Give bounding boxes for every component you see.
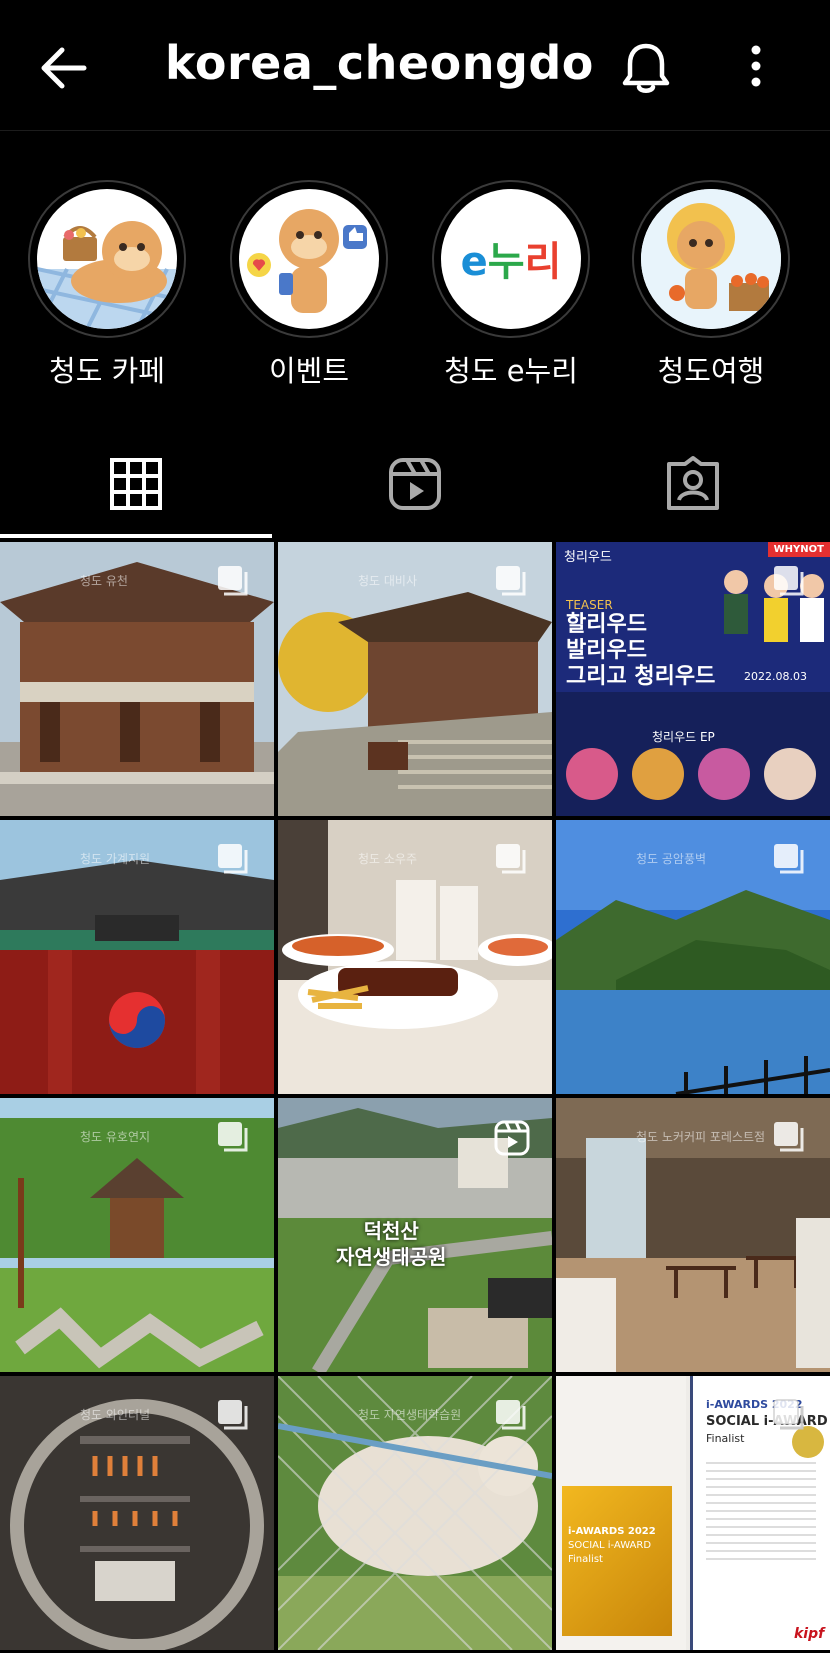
- post-location-watermark: 청도 소우주: [358, 852, 418, 866]
- highlight-label: 청도 카페: [49, 354, 165, 388]
- post-thumbnail[interactable]: 청도 유호연지: [0, 1098, 274, 1372]
- trophy-award: i-AWARDS 2022: [568, 1526, 656, 1537]
- post-location-watermark: 청도 와인터널: [80, 1408, 151, 1422]
- highlight-ring: [28, 180, 186, 338]
- profile-tabs: [0, 430, 830, 540]
- highlight-travel[interactable]: 청도여행: [626, 180, 796, 390]
- post-caption: 청리우드 EP: [652, 730, 715, 744]
- award-brand: kipf: [794, 1626, 825, 1642]
- post-headline: 할리우드 발리우드 그리고 청리우드: [566, 612, 715, 690]
- post-teaser-text: TEASER: [566, 598, 613, 612]
- post-headline-line: 할리우드: [566, 612, 647, 637]
- svg-text:e누리: e누리: [461, 239, 562, 285]
- multiple-photos-icon: [218, 844, 248, 874]
- post-location-watermark: 청도 노커커피 포레스트점: [636, 1130, 766, 1144]
- active-tab-indicator: [0, 534, 272, 538]
- grid-icon[interactable]: [106, 454, 166, 514]
- highlight-event[interactable]: 이벤트: [224, 180, 394, 390]
- post-overlay-title: 덕천산 자연생태공원: [336, 1218, 446, 1270]
- post-location-watermark: 청도 유호연지: [80, 1130, 151, 1144]
- post-thumbnail[interactable]: i-AWARDS 2022 SOCIAL i-AWARD Finalist i-…: [556, 1376, 830, 1650]
- highlight-cover-event: [239, 189, 379, 329]
- multiple-photos-icon: [774, 1122, 804, 1152]
- multiple-photos-icon: [774, 844, 804, 874]
- post-location-watermark: 청도 공암풍벽: [636, 852, 707, 866]
- multiple-photos-icon: [218, 1122, 248, 1152]
- arrow-left-icon[interactable]: [36, 40, 92, 96]
- app-header: korea_cheongdo: [0, 0, 830, 131]
- reels-icon[interactable]: [385, 454, 445, 514]
- post-location-watermark: 청도 대비사: [358, 574, 418, 588]
- post-thumbnail[interactable]: 청리우드 WHYNOT TEASER 할리우드 발리우드 그리고 청리우드 20…: [556, 542, 830, 816]
- multiple-photos-icon: [773, 1399, 804, 1430]
- post-thumbnail[interactable]: 덕천산 자연생태공원: [278, 1098, 552, 1372]
- post-location-watermark: 청도 유천: [80, 574, 128, 588]
- highlight-ring: [632, 180, 790, 338]
- tagged-user-icon[interactable]: [663, 454, 723, 514]
- post-brand-text: 청리우드: [564, 550, 612, 565]
- post-thumbnail[interactable]: 청도 소우주: [278, 820, 552, 1094]
- post-badge: WHYNOT: [767, 542, 830, 557]
- post-thumbnail[interactable]: 청도 자연생태학습원: [278, 1376, 552, 1650]
- multiple-photos-icon: [496, 844, 526, 874]
- highlight-enuri[interactable]: e누리 청도 e누리: [426, 180, 596, 390]
- post-thumbnail[interactable]: 청도 대비사: [278, 542, 552, 816]
- multiple-photos-icon: [774, 566, 804, 596]
- post-headline-line: 그리고 청리우드: [566, 664, 716, 689]
- highlight-cover-cafe: [37, 189, 177, 329]
- post-overlay-line: 덕천산: [363, 1219, 419, 1243]
- award-sub: Finalist: [706, 1432, 745, 1445]
- highlight-cafe[interactable]: 청도 카페: [22, 180, 192, 390]
- highlight-cover-travel: [641, 189, 781, 329]
- bell-icon[interactable]: [618, 40, 674, 96]
- post-thumbnail[interactable]: 청도 가계지원: [0, 820, 274, 1094]
- highlight-label: 청도여행: [657, 354, 765, 388]
- post-thumbnail[interactable]: 청도 공암풍벽: [556, 820, 830, 1094]
- highlight-cover-enuri: e누리: [441, 189, 581, 329]
- highlight-label: 청도 e누리: [444, 354, 578, 388]
- multiple-photos-icon: [496, 1400, 526, 1430]
- highlight-ring: [230, 180, 388, 338]
- post-location-watermark: 청도 자연생태학습원: [358, 1408, 462, 1422]
- post-headline-line: 발리우드: [566, 638, 647, 663]
- post-overlay-line: 자연생태공원: [336, 1245, 447, 1269]
- multiple-photos-icon: [496, 566, 526, 596]
- post-thumbnail[interactable]: 청도 와인터널: [0, 1376, 274, 1650]
- multiple-photos-icon: [218, 566, 248, 596]
- more-vertical-icon[interactable]: [738, 40, 774, 96]
- post-location-watermark: 청도 가계지원: [80, 852, 151, 866]
- reel-icon: [494, 1120, 530, 1156]
- profile-username: korea_cheongdo: [165, 36, 594, 90]
- highlight-ring: e누리: [432, 180, 590, 338]
- story-highlights: 청도 카페 이벤트 e누리 청도 e누리 청도여행: [0, 180, 830, 400]
- post-thumbnail[interactable]: 청도 유천: [0, 542, 274, 816]
- trophy-sub: Finalist: [568, 1554, 603, 1565]
- highlight-label: 이벤트: [268, 354, 350, 388]
- multiple-photos-icon: [218, 1400, 248, 1430]
- trophy-title: SOCIAL i-AWARD: [568, 1540, 652, 1551]
- post-thumbnail[interactable]: 청도 노커커피 포레스트점: [556, 1098, 830, 1372]
